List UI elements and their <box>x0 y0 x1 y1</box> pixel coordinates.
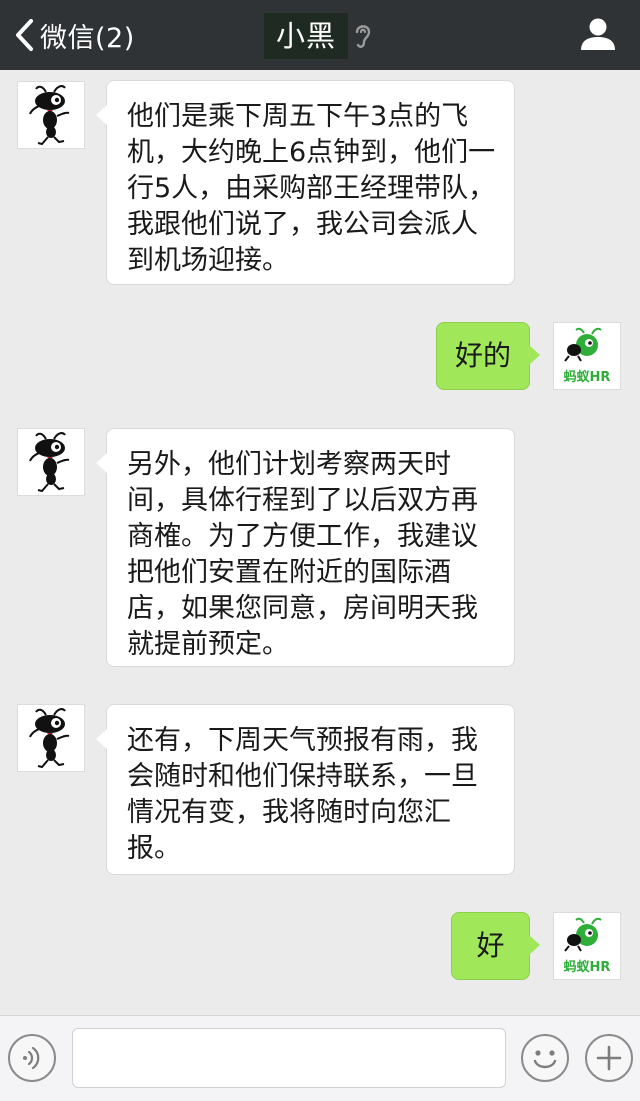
smiley-icon <box>533 1050 557 1069</box>
more-options-button[interactable] <box>585 1034 633 1082</box>
contact-profile-button[interactable] <box>578 14 618 54</box>
person-icon <box>581 18 615 50</box>
contact-avatar[interactable] <box>17 81 85 149</box>
my-avatar[interactable]: 蚂蚁HR <box>553 322 621 390</box>
message-text: 好 <box>476 929 505 962</box>
bubble-tail <box>96 105 107 125</box>
contact-avatar[interactable] <box>17 704 85 772</box>
message-bubble-incoming[interactable]: 他们是乘下周五下午3点的飞机，大约晚上6点钟到，他们一行5人，由采购部王经理带队… <box>96 80 515 285</box>
ant-hr-logo-icon: 蚂蚁HR <box>564 327 611 385</box>
bubble-tail <box>529 345 540 365</box>
logo-wordmark: 蚂蚁HR <box>564 369 611 385</box>
earpiece-mode-icon <box>355 25 371 48</box>
chevron-left-icon <box>16 19 33 51</box>
input-bar <box>0 1015 640 1101</box>
my-avatar[interactable]: 蚂蚁HR <box>553 912 621 980</box>
message-text: 还有，下周天气预报有雨，我会随时和他们保持联系，一旦情况有变，我将随时向您汇报。 <box>127 725 478 864</box>
message-input[interactable] <box>72 1028 506 1088</box>
message-bubble-outgoing[interactable]: 好 <box>451 912 540 980</box>
ant-mascot-icon <box>29 708 70 769</box>
bubble-tail <box>529 935 540 955</box>
ant-hr-logo-icon: 蚂蚁HR <box>564 917 611 975</box>
message-text: 他们是乘下周五下午3点的飞机，大约晚上6点钟到，他们一行5人，由采购部王经理带队… <box>127 101 496 276</box>
back-button[interactable]: 微信(2) <box>12 14 135 56</box>
plus-icon <box>596 1045 622 1071</box>
ant-mascot-icon <box>29 85 70 146</box>
message-bubble-outgoing[interactable]: 好的 <box>436 322 540 390</box>
chat-title-group: 小黑 <box>264 12 374 60</box>
back-label: 微信(2) <box>40 22 135 54</box>
voice-input-button[interactable] <box>8 1034 56 1082</box>
message-bubble-incoming[interactable]: 还有，下周天气预报有雨，我会随时和他们保持联系，一旦情况有变，我将随时向您汇报。 <box>96 704 515 875</box>
message-bubble-incoming[interactable]: 另外，他们计划考察两天时间，具体行程到了以后双方再商榷。为了方便工作，我建议把他… <box>96 428 515 667</box>
contact-avatar[interactable] <box>17 428 85 496</box>
bubble-tail <box>96 729 107 749</box>
ant-mascot-icon <box>29 432 70 493</box>
message-text: 好的 <box>454 339 511 372</box>
emoji-button[interactable] <box>521 1034 569 1082</box>
voice-icon <box>23 1046 40 1070</box>
message-text: 另外，他们计划考察两天时间，具体行程到了以后双方再商榷。为了方便工作，我建议把他… <box>127 449 478 660</box>
logo-wordmark: 蚂蚁HR <box>564 959 611 975</box>
chat-title: 小黑 <box>264 13 349 59</box>
message-list[interactable]: 他们是乘下周五下午3点的飞机，大约晚上6点钟到，他们一行5人，由采购部王经理带队… <box>0 70 640 1015</box>
chat-header: 微信(2) 小黑 <box>0 0 640 70</box>
bubble-tail <box>96 453 107 473</box>
